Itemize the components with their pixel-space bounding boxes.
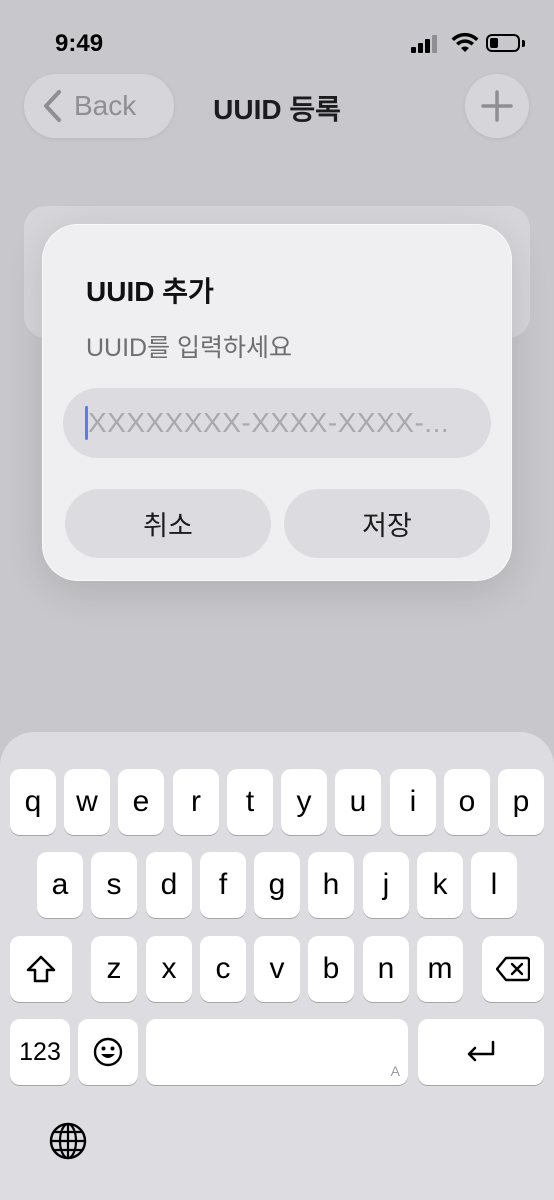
return-icon bbox=[467, 1040, 495, 1062]
numbers-key[interactable]: 123 bbox=[10, 1019, 70, 1085]
key-s[interactable]: s bbox=[91, 852, 137, 918]
uuid-input[interactable]: XXXXXXXX-XXXX-XXXX-... bbox=[63, 388, 491, 458]
cellular-signal-icon bbox=[411, 35, 437, 53]
key-l[interactable]: l bbox=[471, 852, 517, 918]
globe-button[interactable] bbox=[46, 1119, 90, 1163]
key-t[interactable]: t bbox=[227, 769, 273, 835]
save-button[interactable]: 저장 bbox=[284, 489, 490, 558]
add-button[interactable] bbox=[465, 74, 529, 138]
key-i[interactable]: i bbox=[390, 769, 436, 835]
return-key[interactable] bbox=[418, 1019, 544, 1085]
key-a[interactable]: a bbox=[37, 852, 83, 918]
cancel-button[interactable]: 취소 bbox=[65, 489, 271, 558]
delete-icon bbox=[496, 956, 530, 982]
key-m[interactable]: m bbox=[417, 936, 463, 1002]
key-g[interactable]: g bbox=[254, 852, 300, 918]
shift-icon bbox=[26, 955, 56, 983]
space-key-hint: A bbox=[390, 1063, 400, 1079]
plus-icon bbox=[481, 90, 513, 122]
globe-icon bbox=[49, 1122, 87, 1160]
key-o[interactable]: o bbox=[444, 769, 490, 835]
keyboard: q w e r t y u i o p a s d f g h j k l z … bbox=[0, 732, 554, 1200]
shift-key[interactable] bbox=[10, 936, 72, 1002]
key-b[interactable]: b bbox=[308, 936, 354, 1002]
dialog-title: UUID 추가 bbox=[86, 276, 214, 307]
status-time: 9:49 bbox=[55, 30, 104, 57]
dialog-message: UUID를 입력하세요 bbox=[86, 334, 293, 362]
battery-icon bbox=[486, 34, 520, 52]
wifi-icon bbox=[451, 32, 479, 52]
key-w[interactable]: w bbox=[64, 769, 110, 835]
key-z[interactable]: z bbox=[91, 936, 137, 1002]
key-q[interactable]: q bbox=[10, 769, 56, 835]
status-bar: 9:49 bbox=[0, 0, 554, 80]
key-p[interactable]: p bbox=[498, 769, 544, 835]
key-y[interactable]: y bbox=[281, 769, 327, 835]
uuid-input-placeholder: XXXXXXXX-XXXX-XXXX-... bbox=[88, 407, 450, 438]
key-x[interactable]: x bbox=[146, 936, 192, 1002]
key-c[interactable]: c bbox=[200, 936, 246, 1002]
key-e[interactable]: e bbox=[118, 769, 164, 835]
space-key[interactable]: A bbox=[146, 1019, 408, 1085]
key-v[interactable]: v bbox=[254, 936, 300, 1002]
key-d[interactable]: d bbox=[146, 852, 192, 918]
key-k[interactable]: k bbox=[417, 852, 463, 918]
battery-tip bbox=[522, 40, 525, 47]
key-h[interactable]: h bbox=[308, 852, 354, 918]
key-n[interactable]: n bbox=[363, 936, 409, 1002]
key-r[interactable]: r bbox=[173, 769, 219, 835]
key-f[interactable]: f bbox=[200, 852, 246, 918]
key-u[interactable]: u bbox=[335, 769, 381, 835]
emoji-key[interactable] bbox=[78, 1019, 138, 1085]
key-j[interactable]: j bbox=[363, 852, 409, 918]
delete-key[interactable] bbox=[482, 936, 544, 1002]
uuid-dialog: UUID 추가 UUID를 입력하세요 XXXXXXXX-XXXX-XXXX-.… bbox=[42, 224, 512, 581]
emoji-icon bbox=[93, 1037, 123, 1067]
